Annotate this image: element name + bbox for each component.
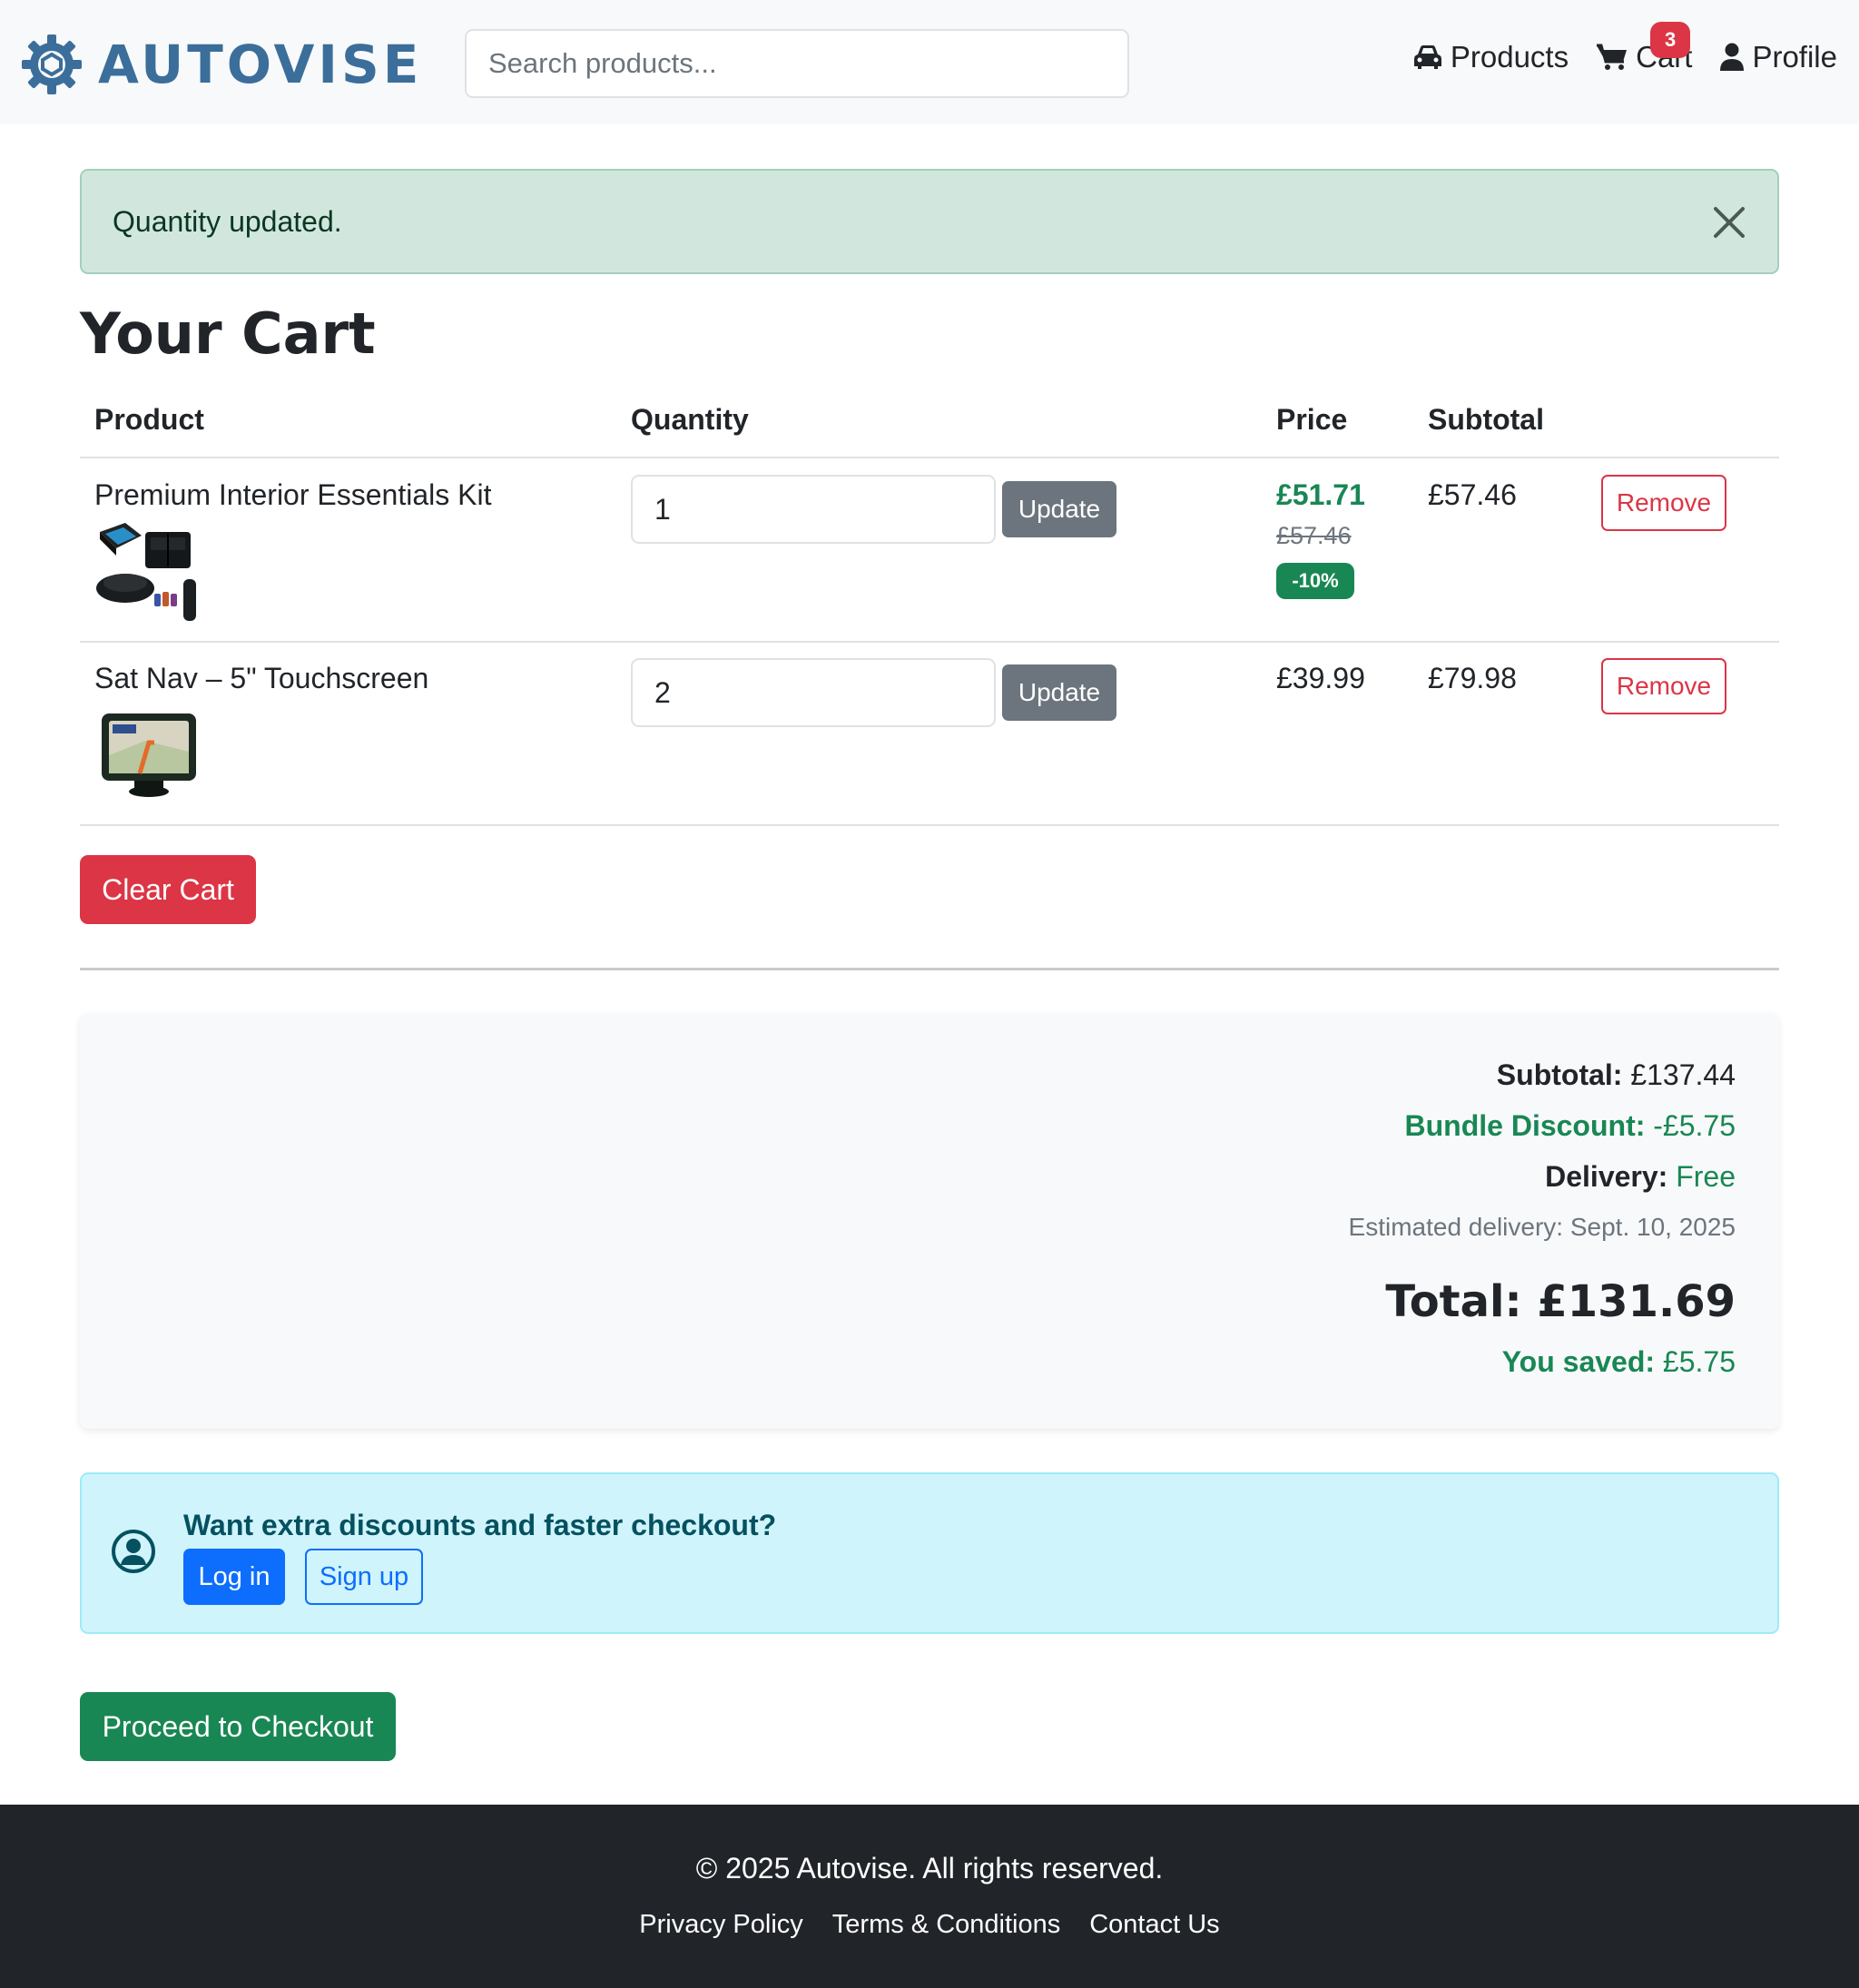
subtotal-value: £137.44	[1630, 1058, 1736, 1091]
quantity-input[interactable]	[631, 475, 996, 544]
close-icon[interactable]	[1708, 202, 1750, 243]
checkout-button[interactable]: Proceed to Checkout	[80, 1692, 396, 1761]
nav-cart[interactable]: Cart 3	[1596, 22, 1692, 74]
order-summary: Subtotal: £137.44 Bundle Discount: -£5.7…	[80, 1013, 1779, 1429]
saved-label: You saved:	[1501, 1345, 1656, 1378]
unit-price: £39.99	[1276, 662, 1365, 694]
footer-link-privacy[interactable]: Privacy Policy	[639, 1910, 803, 1940]
bundle-discount-value: -£5.75	[1653, 1109, 1736, 1142]
brand-name: AUTOVISE	[98, 34, 423, 95]
summary-subtotal: Subtotal: £137.44	[1497, 1058, 1736, 1092]
total-label: Total:	[1385, 1276, 1522, 1327]
sat-nav-image[interactable]	[98, 710, 200, 799]
discount-badge: -10%	[1276, 563, 1354, 599]
update-button[interactable]: Update	[1002, 664, 1116, 721]
section-divider	[80, 968, 1779, 970]
subtotal-label: Subtotal:	[1496, 1058, 1623, 1091]
copyright: © 2025 Autovise. All rights reserved.	[695, 1852, 1164, 1885]
search-input[interactable]	[465, 29, 1129, 98]
update-button[interactable]: Update	[1002, 481, 1116, 537]
footer-link-contact[interactable]: Contact Us	[1089, 1910, 1219, 1940]
total-value: £131.69	[1537, 1276, 1736, 1327]
login-prompt: Want extra discounts and faster checkout…	[80, 1472, 1779, 1634]
header-price: Price	[1276, 403, 1348, 436]
car-icon	[1413, 45, 1441, 69]
original-price: £57.46	[1276, 522, 1352, 549]
line-subtotal: £79.98	[1428, 662, 1517, 694]
quantity-input[interactable]	[631, 658, 996, 727]
estimated-delivery: Estimated delivery: Sept. 10, 2025	[1348, 1213, 1736, 1241]
nav-products[interactable]: Products	[1412, 40, 1569, 74]
remove-button[interactable]: Remove	[1601, 658, 1726, 714]
delivery-label: Delivery:	[1545, 1160, 1668, 1193]
clear-cart-button[interactable]: Clear Cart	[80, 855, 256, 924]
footer-link-terms[interactable]: Terms & Conditions	[832, 1910, 1060, 1940]
footer: © 2025 Autovise. All rights reserved. Pr…	[0, 1805, 1859, 1988]
nav-links: Products Cart 3 Profile	[1385, 22, 1837, 74]
delivery-value: Free	[1676, 1160, 1736, 1193]
summary-delivery: Delivery: Free	[1545, 1160, 1736, 1194]
brand[interactable]: AUTOVISE	[20, 33, 422, 96]
signup-button[interactable]: Sign up	[305, 1549, 423, 1605]
header-product: Product	[94, 403, 204, 436]
nav-profile[interactable]: Profile	[1719, 40, 1837, 74]
user-icon	[1720, 43, 1745, 71]
login-button[interactable]: Log in	[183, 1549, 285, 1605]
row-divider	[80, 824, 1779, 826]
saved-value: £5.75	[1662, 1345, 1736, 1378]
row-divider	[80, 641, 1779, 643]
summary-bundle-discount: Bundle Discount: -£5.75	[1405, 1109, 1736, 1143]
page-title: Your Cart	[80, 300, 376, 367]
summary-saved: You saved: £5.75	[1502, 1345, 1736, 1379]
interior-kit-image[interactable]	[94, 519, 203, 625]
navbar: AUTOVISE Products Cart 3 Profile	[0, 0, 1859, 124]
table-divider	[80, 457, 1779, 458]
cart-count-badge: 3	[1650, 22, 1691, 58]
user-circle-icon	[112, 1530, 155, 1573]
remove-button[interactable]: Remove	[1601, 475, 1726, 531]
success-alert: Quantity updated.	[80, 169, 1779, 274]
header-quantity: Quantity	[631, 403, 749, 436]
sale-price: £51.71	[1276, 478, 1365, 511]
footer-links: Privacy Policy Terms & Conditions Contac…	[0, 1910, 1859, 1940]
line-subtotal: £57.46	[1428, 478, 1517, 511]
alert-message: Quantity updated.	[113, 204, 342, 238]
product-name: Premium Interior Essentials Kit	[94, 478, 492, 511]
nav-products-label: Products	[1450, 40, 1569, 74]
header-subtotal: Subtotal	[1428, 403, 1544, 436]
cart-icon	[1597, 44, 1628, 70]
nav-profile-label: Profile	[1752, 40, 1837, 74]
summary-total: Total: £131.69	[1385, 1276, 1736, 1327]
product-name: Sat Nav – 5" Touchscreen	[94, 662, 429, 694]
login-prompt-title: Want extra discounts and faster checkout…	[183, 1509, 777, 1541]
gear-logo-icon	[20, 33, 84, 96]
bundle-discount-label: Bundle Discount:	[1404, 1109, 1646, 1142]
